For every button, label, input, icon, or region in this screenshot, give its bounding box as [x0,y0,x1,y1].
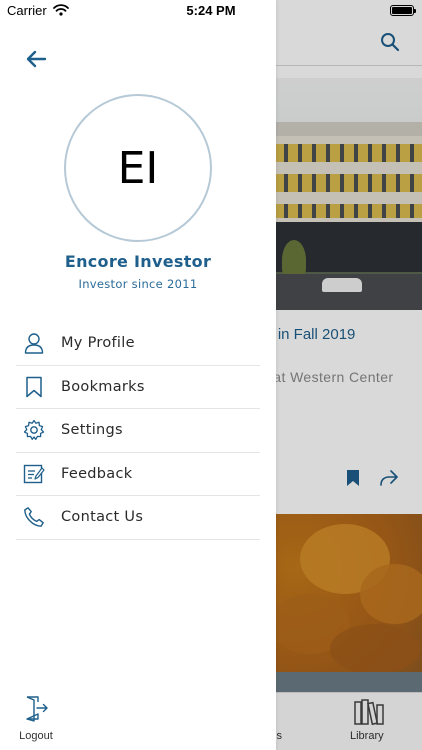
gear-icon [23,419,45,441]
menu-item-bookmarks[interactable]: Bookmarks [16,366,260,409]
person-icon [23,332,45,354]
menu-label: Feedback [61,465,133,482]
status-bar: Carrier 5:24 PM [0,0,422,22]
menu-item-my-profile[interactable]: My Profile [16,322,260,366]
menu-item-settings[interactable]: Settings [16,409,260,453]
menu-item-contact-us[interactable]: Contact Us [16,496,260,540]
logout-button[interactable]: Logout [16,694,56,742]
menu-label: Settings [61,422,123,439]
avatar[interactable]: EI [64,94,212,242]
status-time: 5:24 PM [186,3,236,18]
phone-icon [23,506,45,528]
user-since: Investor since 2011 [78,277,198,291]
battery-icon [390,5,416,16]
side-drawer: EI Encore Investor Investor since 2011 M… [0,0,276,750]
menu-label: Contact Us [61,509,144,526]
user-name: Encore Investor [64,252,212,271]
menu-label: My Profile [61,335,135,352]
logout-icon [23,696,49,726]
menu-label: Bookmarks [61,378,145,395]
menu-item-feedback[interactable]: Feedback [16,453,260,496]
drawer-menu: My Profile Bookmarks Settings Feedback C… [16,322,260,540]
feedback-icon [23,463,45,485]
logout-label: Logout [19,730,53,742]
back-arrow-icon[interactable] [25,50,49,70]
bookmark-icon [23,376,45,398]
